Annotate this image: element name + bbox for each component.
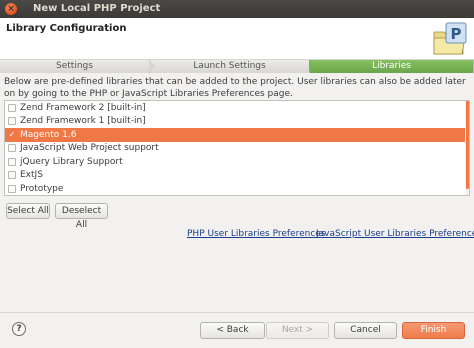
scrollbar-thumb[interactable] <box>466 101 469 189</box>
tab-launch-settings[interactable]: Launch Settings <box>150 60 316 73</box>
tab-launch-settings-label: Launch Settings <box>193 61 266 71</box>
list-item-selected[interactable]: ✓ Magento 1.6 <box>5 128 469 142</box>
checkmark-icon[interactable]: ✓ <box>8 130 16 139</box>
tab-libraries[interactable]: Libraries <box>310 60 474 73</box>
list-item[interactable]: Zend Framework 2 [built-in] <box>5 101 469 115</box>
library-list[interactable]: Zend Framework 2 [built-in] Zend Framewo… <box>4 100 470 196</box>
checkbox[interactable] <box>8 144 16 153</box>
checkbox[interactable] <box>8 171 16 180</box>
step-arrow-icon <box>149 60 156 72</box>
deselect-all-button[interactable]: Deselect All <box>55 203 108 230</box>
tab-libraries-label: Libraries <box>372 61 411 71</box>
divider <box>0 312 474 313</box>
step-arrow-icon <box>309 60 316 72</box>
list-item[interactable]: jQuery Library Support <box>5 155 469 169</box>
checkbox[interactable] <box>8 103 16 112</box>
php-user-libraries-link[interactable]: PHP User Libraries Preferences <box>187 229 326 239</box>
php-project-folder-icon: P <box>433 22 467 55</box>
checkbox[interactable] <box>8 117 16 126</box>
cancel-button[interactable]: Cancel <box>334 322 397 339</box>
tab-settings-label: Settings <box>56 61 93 71</box>
list-item[interactable]: Zend Framework 1 [built-in] <box>5 115 469 129</box>
checkbox[interactable] <box>8 184 16 193</box>
select-all-button[interactable]: Select All <box>6 203 50 219</box>
description-text: Below are pre-defined libraries that can… <box>4 77 466 99</box>
page-title: Library Configuration <box>6 23 127 34</box>
library-label: jQuery Library Support <box>20 156 123 167</box>
list-item[interactable]: Prototype <box>5 182 469 195</box>
library-label: Zend Framework 2 [built-in] <box>20 102 146 113</box>
help-icon[interactable]: ? <box>12 322 26 336</box>
list-item[interactable]: JavaScript Web Project support <box>5 142 469 156</box>
window-titlebar: × New Local PHP Project <box>0 0 474 18</box>
wizard-steps: Settings Launch Settings Libraries <box>0 60 474 73</box>
next-button[interactable]: Next > <box>266 322 329 339</box>
tab-settings[interactable]: Settings <box>0 60 156 73</box>
library-label: JavaScript Web Project support <box>20 143 159 154</box>
library-label: ExtJS <box>20 170 43 181</box>
svg-text:P: P <box>451 25 462 43</box>
window-title: New Local PHP Project <box>33 3 161 14</box>
list-item[interactable]: ExtJS <box>5 169 469 183</box>
close-icon[interactable]: × <box>5 3 17 15</box>
checkbox[interactable] <box>8 157 16 166</box>
javascript-user-libraries-link[interactable]: JavaScript User Libraries Preferences <box>316 229 474 239</box>
library-label: Prototype <box>20 183 64 194</box>
library-label: Zend Framework 1 [built-in] <box>20 116 146 127</box>
finish-button[interactable]: Finish <box>402 322 465 339</box>
back-button[interactable]: < Back <box>200 322 265 339</box>
wizard-banner: Library Configuration P <box>0 18 474 60</box>
library-label: Magento 1.6 <box>20 129 77 140</box>
